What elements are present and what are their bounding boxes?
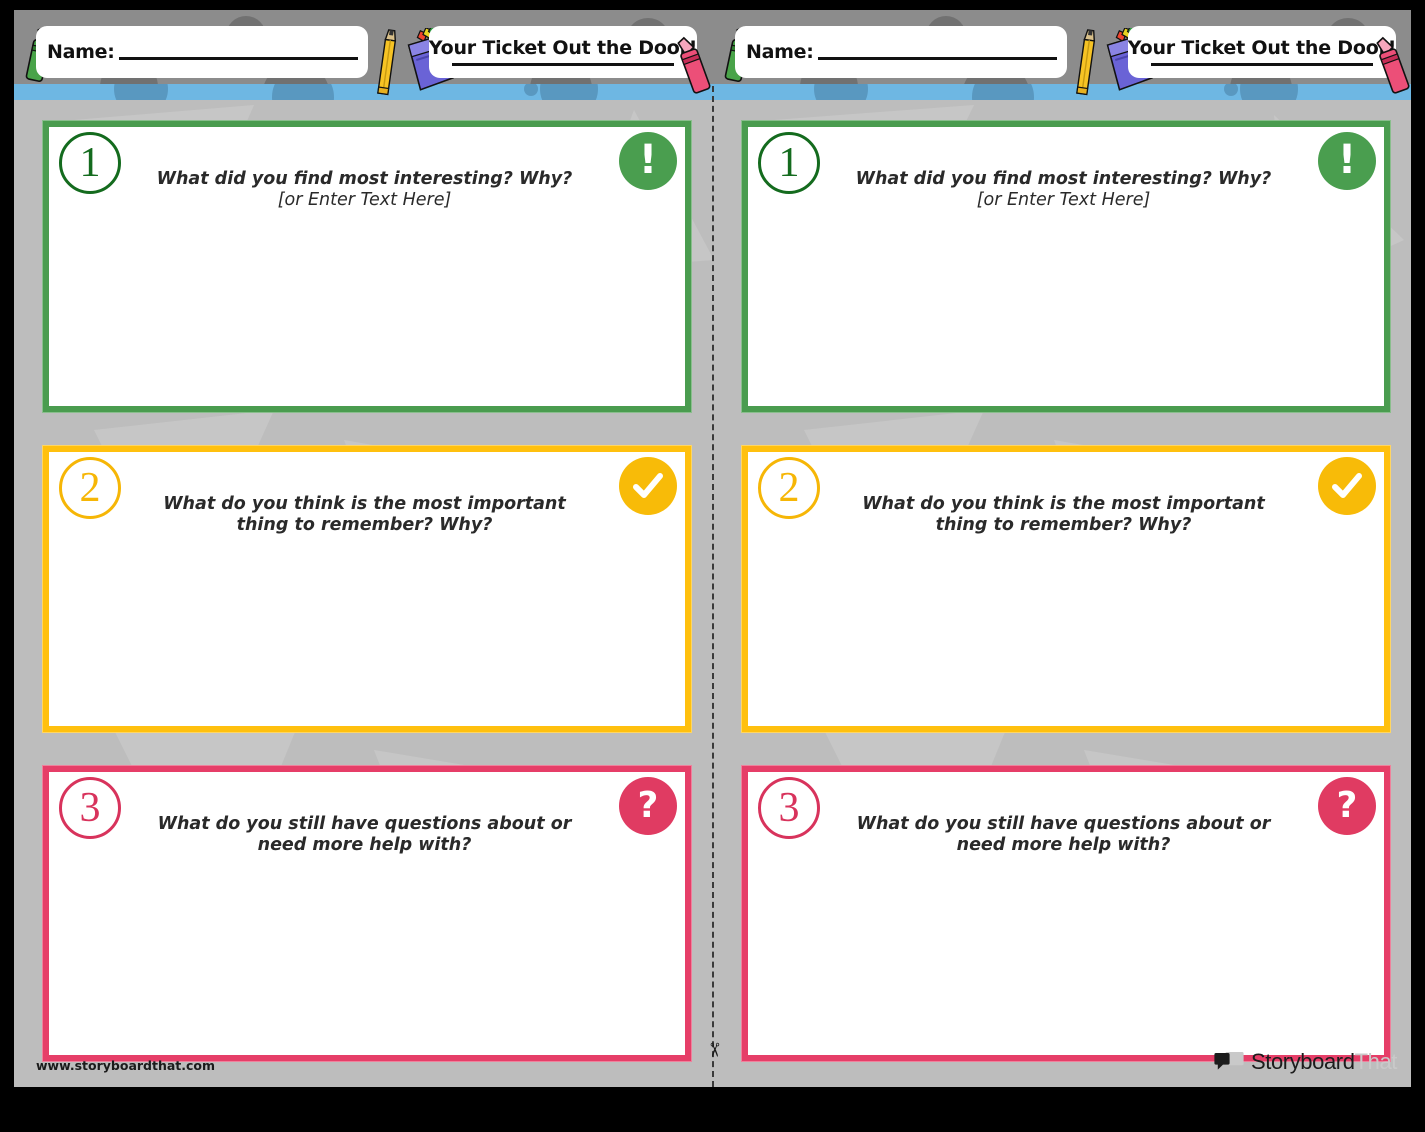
question-number-2: 2 xyxy=(758,457,820,519)
pink-crayon-icon xyxy=(1376,36,1410,94)
worksheet-page: Name: Your Ticket Out the Door! 1 What d… xyxy=(0,0,1425,1132)
question-number-2: 2 xyxy=(59,457,121,519)
question-card-3-header: 3 What do you still have questions about… xyxy=(49,772,685,877)
ticket-write-line[interactable] xyxy=(452,62,674,66)
question-card-3: 3 What do you still have questions about… xyxy=(741,765,1391,1062)
question-card-2: 2 What do you think is the most importan… xyxy=(741,445,1391,733)
answer-area-3[interactable] xyxy=(748,858,1384,1055)
ticket-panel-left: Name: Your Ticket Out the Door! 1 What d… xyxy=(14,10,712,1087)
name-label: Name: xyxy=(47,41,115,63)
question-prompt-3: What do you still have questions about o… xyxy=(157,813,572,856)
ticket-title: Your Ticket Out the Door! xyxy=(1127,36,1397,59)
exclamation-icon: ! xyxy=(619,132,677,190)
logo-brand-secondary: That xyxy=(1354,1049,1398,1074)
question-mark-glyph: ? xyxy=(1336,785,1358,826)
pencil-icon xyxy=(1076,29,1096,96)
question-card-2-header: 2 What do you think is the most importan… xyxy=(49,452,685,557)
exclamation-icon: ! xyxy=(1318,132,1376,190)
question-mark-icon: ? xyxy=(619,777,677,835)
question-prompt-1: What did you find most interesting? Why? xyxy=(156,168,573,189)
question-hint-1: [or Enter Text Here] xyxy=(277,190,452,211)
answer-area-2[interactable] xyxy=(748,538,1384,726)
printable-paper: Name: Your Ticket Out the Door! 1 What d… xyxy=(14,10,1411,1087)
ticket-title-field[interactable]: Your Ticket Out the Door! xyxy=(429,26,697,78)
check-icon xyxy=(1318,457,1376,515)
exclamation-glyph: ! xyxy=(638,136,658,183)
question-card-1: 1 What did you find most interesting? Wh… xyxy=(741,120,1391,413)
name-write-line[interactable] xyxy=(118,57,358,60)
question-prompt-2: What do you think is the most important … xyxy=(862,493,1265,536)
answer-area-2[interactable] xyxy=(49,538,685,726)
pink-crayon-icon xyxy=(677,36,711,94)
question-number-3: 3 xyxy=(758,777,820,839)
name-row: Name: Your Ticket Out the Door! xyxy=(713,18,1411,98)
question-prompt-3: What do you still have questions about o… xyxy=(856,813,1271,856)
question-card-3: 3 What do you still have questions about… xyxy=(42,765,692,1062)
question-hint-1: [or Enter Text Here] xyxy=(976,190,1151,211)
check-glyph xyxy=(1332,473,1362,498)
ticket-title: Your Ticket Out the Door! xyxy=(428,36,698,59)
check-icon xyxy=(619,457,677,515)
question-card-1: 1 What did you find most interesting? Wh… xyxy=(42,120,692,413)
answer-area-3[interactable] xyxy=(49,858,685,1055)
name-field[interactable]: Name: xyxy=(36,26,368,78)
name-write-line[interactable] xyxy=(817,57,1057,60)
ticket-title-field[interactable]: Your Ticket Out the Door! xyxy=(1128,26,1396,78)
name-field[interactable]: Name: xyxy=(735,26,1067,78)
site-url[interactable]: www.storyboardthat.com xyxy=(36,1058,215,1073)
question-number-1: 1 xyxy=(59,132,121,194)
exclamation-glyph: ! xyxy=(1337,136,1357,183)
answer-area-1[interactable] xyxy=(748,213,1384,406)
question-number-3: 3 xyxy=(59,777,121,839)
logo-wordmark: StoryboardThat xyxy=(1251,1049,1397,1075)
question-card-3-header: 3 What do you still have questions about… xyxy=(748,772,1384,877)
check-glyph xyxy=(633,473,663,498)
pencil-icon xyxy=(377,29,397,96)
question-card-2: 2 What do you think is the most importan… xyxy=(42,445,692,733)
cut-line xyxy=(712,86,714,1087)
question-number-1: 1 xyxy=(758,132,820,194)
question-prompt-2: What do you think is the most important … xyxy=(163,493,566,536)
question-prompt-1: What did you find most interesting? Why? xyxy=(855,168,1272,189)
logo-brand-primary: Storyboard xyxy=(1250,1049,1355,1074)
answer-area-1[interactable] xyxy=(49,213,685,406)
scissors-icon: ✂ xyxy=(703,1042,724,1058)
storyboardthat-logo: StoryboardThat xyxy=(1214,1049,1397,1075)
name-label: Name: xyxy=(746,41,814,63)
question-mark-glyph: ? xyxy=(637,785,659,826)
question-card-1-header: 1 What did you find most interesting? Wh… xyxy=(49,127,685,213)
question-mark-icon: ? xyxy=(1318,777,1376,835)
ticket-panel-right: Name: Your Ticket Out the Door! 1 What d… xyxy=(713,10,1411,1087)
question-card-2-header: 2 What do you think is the most importan… xyxy=(748,452,1384,557)
name-row: Name: Your Ticket Out the Door! xyxy=(14,18,712,98)
ticket-write-line[interactable] xyxy=(1151,62,1373,66)
question-card-1-header: 1 What did you find most interesting? Wh… xyxy=(748,127,1384,213)
speech-bubbles-icon xyxy=(1214,1052,1244,1070)
